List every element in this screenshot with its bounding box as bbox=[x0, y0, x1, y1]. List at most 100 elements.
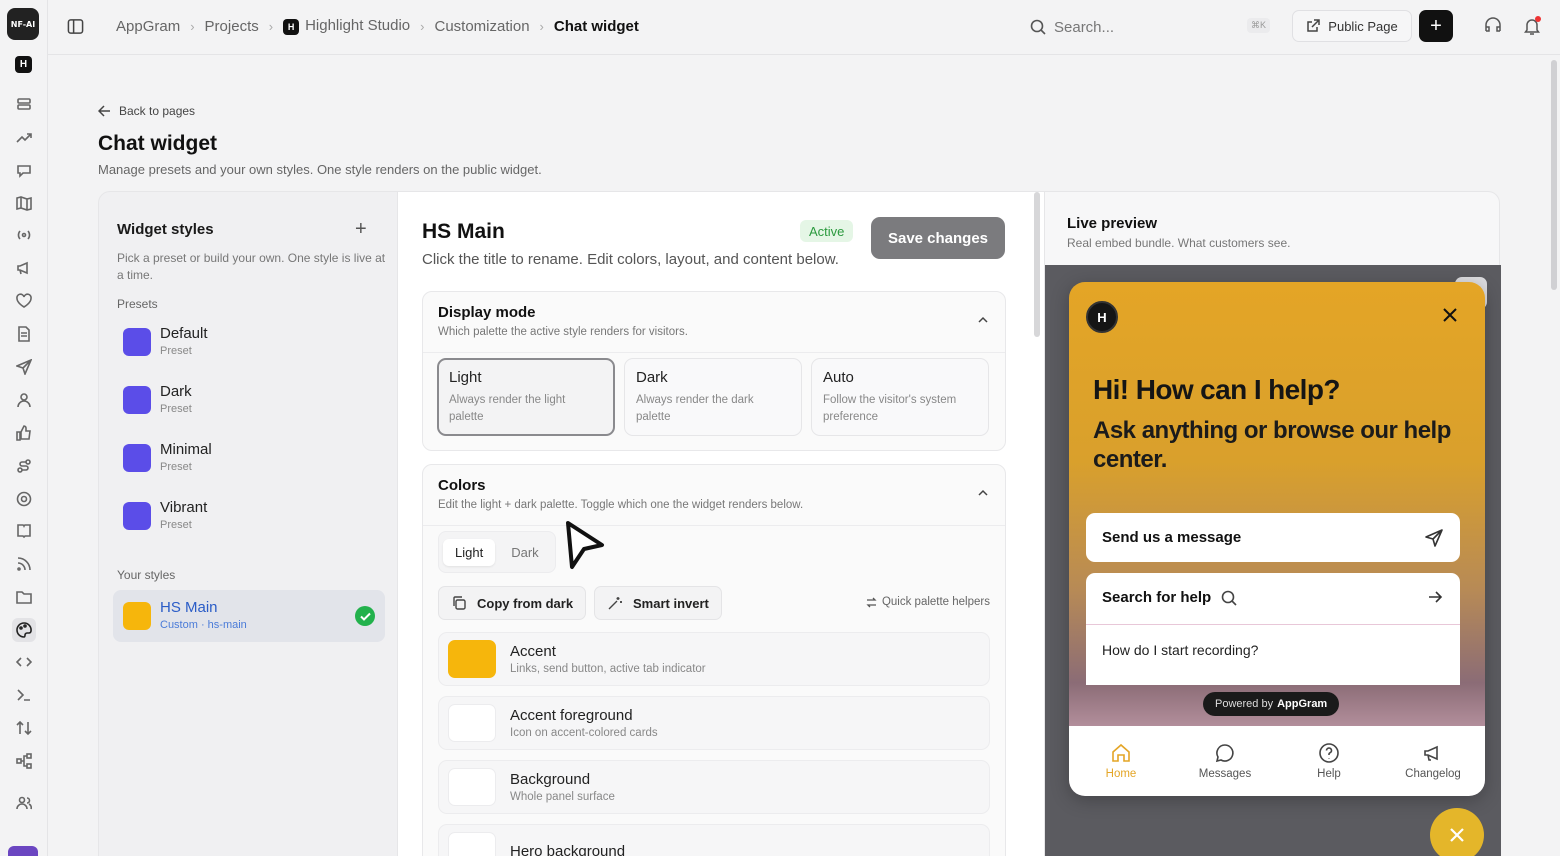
mode-option-auto[interactable]: Auto Follow the visitor's system prefere… bbox=[811, 358, 989, 436]
mode-desc: Follow the visitor's system preference bbox=[823, 394, 957, 423]
user-nav-item[interactable] bbox=[14, 390, 34, 410]
code-nav-item[interactable] bbox=[14, 652, 34, 672]
color-swatch[interactable] bbox=[448, 640, 496, 678]
divider bbox=[423, 352, 1005, 353]
chevron-up-icon[interactable] bbox=[977, 314, 989, 326]
book-icon bbox=[17, 524, 31, 539]
back-link[interactable]: Back to pages bbox=[98, 104, 195, 118]
powered-by-brand: AppGram bbox=[1277, 698, 1328, 710]
presets-label: Presets bbox=[117, 297, 158, 311]
style-item-hs-main[interactable]: HS Main Custom · hs-main bbox=[113, 590, 385, 642]
color-swatch[interactable] bbox=[448, 704, 496, 742]
color-name: Accent bbox=[510, 642, 556, 660]
megaphone-nav-item[interactable] bbox=[14, 258, 34, 278]
left-rail: NF-AI H bbox=[0, 0, 48, 856]
widget-tab-messages[interactable]: Messages bbox=[1173, 726, 1277, 796]
public-page-button[interactable]: Public Page bbox=[1292, 10, 1412, 42]
map-nav-item[interactable] bbox=[14, 193, 34, 213]
add-style-button[interactable]: + bbox=[355, 218, 367, 241]
widget-tab-changelog[interactable]: Changelog bbox=[1381, 726, 1485, 796]
help-ring-nav-item[interactable] bbox=[14, 489, 34, 509]
palette-nav-item[interactable] bbox=[12, 618, 36, 642]
create-button[interactable]: + bbox=[1419, 10, 1453, 42]
rss-nav-item[interactable] bbox=[14, 554, 34, 574]
folder-nav-item[interactable] bbox=[14, 587, 34, 607]
powered-by-badge[interactable]: Powered by AppGram bbox=[1203, 692, 1340, 716]
trend-nav-item[interactable] bbox=[14, 128, 34, 148]
style-item-default[interactable]: Default Preset bbox=[113, 316, 385, 368]
editor-scrollbar[interactable] bbox=[1034, 192, 1040, 337]
quick-palette-helpers-label: Quick palette helpers bbox=[881, 596, 990, 608]
sidebar-toggle-icon[interactable] bbox=[67, 18, 84, 35]
style-swatch bbox=[123, 444, 151, 472]
workspace-badge[interactable]: H bbox=[15, 56, 32, 73]
style-item-vibrant[interactable]: Vibrant Preset bbox=[113, 490, 385, 542]
smart-invert-button[interactable]: Smart invert bbox=[594, 586, 722, 620]
user-avatar[interactable] bbox=[8, 846, 38, 856]
color-row-background[interactable]: Background Whole panel surface bbox=[438, 760, 990, 814]
arrow-left-icon bbox=[98, 105, 110, 117]
help-article-link[interactable]: How do I start recording? bbox=[1102, 642, 1258, 658]
widget-tab-help[interactable]: Help bbox=[1277, 726, 1381, 796]
close-icon bbox=[1450, 828, 1464, 842]
search-help-button[interactable]: Search for help bbox=[1102, 589, 1237, 606]
book-nav-item[interactable] bbox=[14, 521, 34, 541]
style-name: Minimal bbox=[160, 441, 212, 458]
save-button[interactable]: Save changes bbox=[871, 217, 1005, 259]
arrow-right-icon[interactable] bbox=[1427, 589, 1443, 605]
roadmap-nav-item[interactable] bbox=[14, 456, 34, 476]
style-item-dark[interactable]: Dark Preset bbox=[113, 374, 385, 426]
app-logo[interactable]: NF-AI bbox=[7, 8, 39, 40]
breadcrumb-customization[interactable]: Customization bbox=[435, 18, 530, 35]
color-swatch[interactable] bbox=[448, 768, 496, 806]
broadcast-nav-item[interactable] bbox=[14, 225, 34, 245]
style-name: Vibrant bbox=[160, 499, 208, 516]
style-item-minimal[interactable]: Minimal Preset bbox=[113, 432, 385, 484]
breadcrumb-projects[interactable]: Projects bbox=[205, 18, 259, 35]
color-row-hero-background[interactable]: Hero background bbox=[438, 824, 990, 856]
close-icon[interactable] bbox=[1441, 306, 1459, 324]
terminal-nav-item[interactable] bbox=[14, 685, 34, 705]
style-editor: HS Main Active Save changes Click the ti… bbox=[398, 191, 1044, 856]
page-scrollbar[interactable] bbox=[1551, 60, 1557, 290]
widget-launcher-close[interactable] bbox=[1430, 808, 1484, 856]
color-row-accent[interactable]: Accent Links, send button, active tab ind… bbox=[438, 632, 990, 686]
mode-option-dark[interactable]: Dark Always render the dark palette bbox=[624, 358, 802, 436]
doc-nav-item[interactable] bbox=[14, 324, 34, 344]
chevron-up-icon[interactable] bbox=[977, 487, 989, 499]
team-nav-item[interactable] bbox=[14, 793, 34, 813]
thumbs-up-nav-item[interactable] bbox=[14, 423, 34, 443]
breadcrumb-project[interactable]: H Highlight Studio bbox=[283, 17, 410, 35]
search-input[interactable]: Search... ⌘K bbox=[1030, 14, 1270, 40]
chat-nav-item[interactable] bbox=[14, 160, 34, 180]
send-nav-item[interactable] bbox=[14, 357, 34, 377]
heart-nav-item[interactable] bbox=[14, 291, 34, 311]
copy-from-dark-button[interactable]: Copy from dark bbox=[438, 586, 587, 620]
colors-card: Colors Edit the light + dark palette. To… bbox=[422, 464, 1006, 856]
mode-option-light[interactable]: Light Always render the light palette bbox=[437, 358, 615, 436]
doc-icon bbox=[18, 326, 30, 342]
style-name: HS Main bbox=[160, 599, 218, 616]
quick-palette-helpers[interactable]: Quick palette helpers bbox=[866, 596, 990, 608]
live-preview-panel: Live preview Real embed bundle. What cus… bbox=[1044, 191, 1501, 856]
copy-from-dark-label: Copy from dark bbox=[477, 595, 574, 611]
workflow-nav-item[interactable] bbox=[14, 751, 34, 771]
message-icon bbox=[1215, 744, 1234, 763]
send-message-button[interactable]: Send us a message bbox=[1086, 513, 1460, 562]
support-icon[interactable] bbox=[1483, 16, 1503, 36]
palette-toggle-dark[interactable]: Dark bbox=[499, 539, 550, 566]
layers-nav-item[interactable] bbox=[14, 94, 34, 114]
color-desc: Icon on accent-colored cards bbox=[510, 726, 658, 739]
breadcrumb-appgram[interactable]: AppGram bbox=[116, 18, 180, 35]
map-icon bbox=[16, 196, 32, 211]
tab-label: Messages bbox=[1198, 768, 1252, 780]
search-shortcut: ⌘K bbox=[1246, 18, 1270, 33]
widget-nav: Home Messages Help Changelog bbox=[1069, 726, 1485, 796]
style-title[interactable]: HS Main bbox=[422, 220, 505, 244]
sort-nav-item[interactable] bbox=[14, 718, 34, 738]
palette-toggle-light[interactable]: Light bbox=[443, 538, 496, 566]
color-swatch[interactable] bbox=[448, 832, 496, 856]
widget-tab-home[interactable]: Home bbox=[1069, 726, 1173, 796]
color-row-accent-foreground[interactable]: Accent foreground Icon on accent-colored … bbox=[438, 696, 990, 750]
copy-icon bbox=[453, 596, 466, 610]
